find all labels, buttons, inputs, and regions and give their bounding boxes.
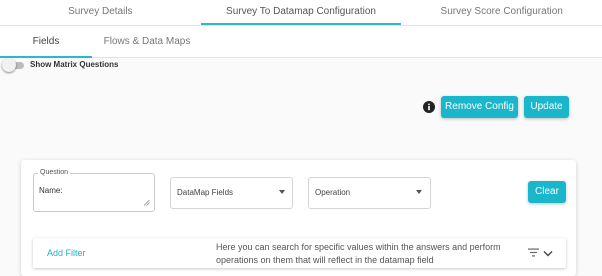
chevron-down-icon[interactable] <box>543 250 553 257</box>
add-filter-link[interactable]: Add Filter <box>47 248 86 258</box>
clear-button[interactable]: Clear <box>528 181 566 203</box>
tab-survey-to-datamap[interactable]: Survey To Datamap Configuration <box>200 0 402 25</box>
chevron-down-icon <box>279 190 285 194</box>
tab-flows-data-maps[interactable]: Flows & Data Maps <box>92 26 202 58</box>
operation-label: Operation <box>315 188 351 197</box>
filter-icon[interactable] <box>528 248 539 257</box>
top-tab-bar: Survey Details Survey To Datamap Configu… <box>0 0 602 26</box>
resize-handle-icon[interactable] <box>143 199 150 206</box>
question-field-value: Name: <box>39 186 63 195</box>
sub-tab-bar: Fields Flows & Data Maps <box>0 26 602 58</box>
chevron-down-icon <box>416 190 422 194</box>
tab-survey-score[interactable]: Survey Score Configuration <box>401 0 602 25</box>
datamap-config-page: Survey Details Survey To Datamap Configu… <box>0 0 602 276</box>
update-button[interactable]: Update <box>524 96 569 118</box>
matrix-toggle-knob[interactable] <box>2 58 16 72</box>
info-icon[interactable] <box>423 101 435 113</box>
remove-config-button[interactable]: Remove Config <box>441 96 518 118</box>
question-field-legend: Question <box>38 168 71 177</box>
filter-description: Here you can search for specific values … <box>216 242 501 265</box>
tab-survey-details[interactable]: Survey Details <box>0 0 201 25</box>
datamap-fields-label: DataMap Fields <box>177 188 234 197</box>
matrix-toggle-label: Show Matrix Questions <box>30 60 119 69</box>
tab-fields[interactable]: Fields <box>0 26 92 58</box>
